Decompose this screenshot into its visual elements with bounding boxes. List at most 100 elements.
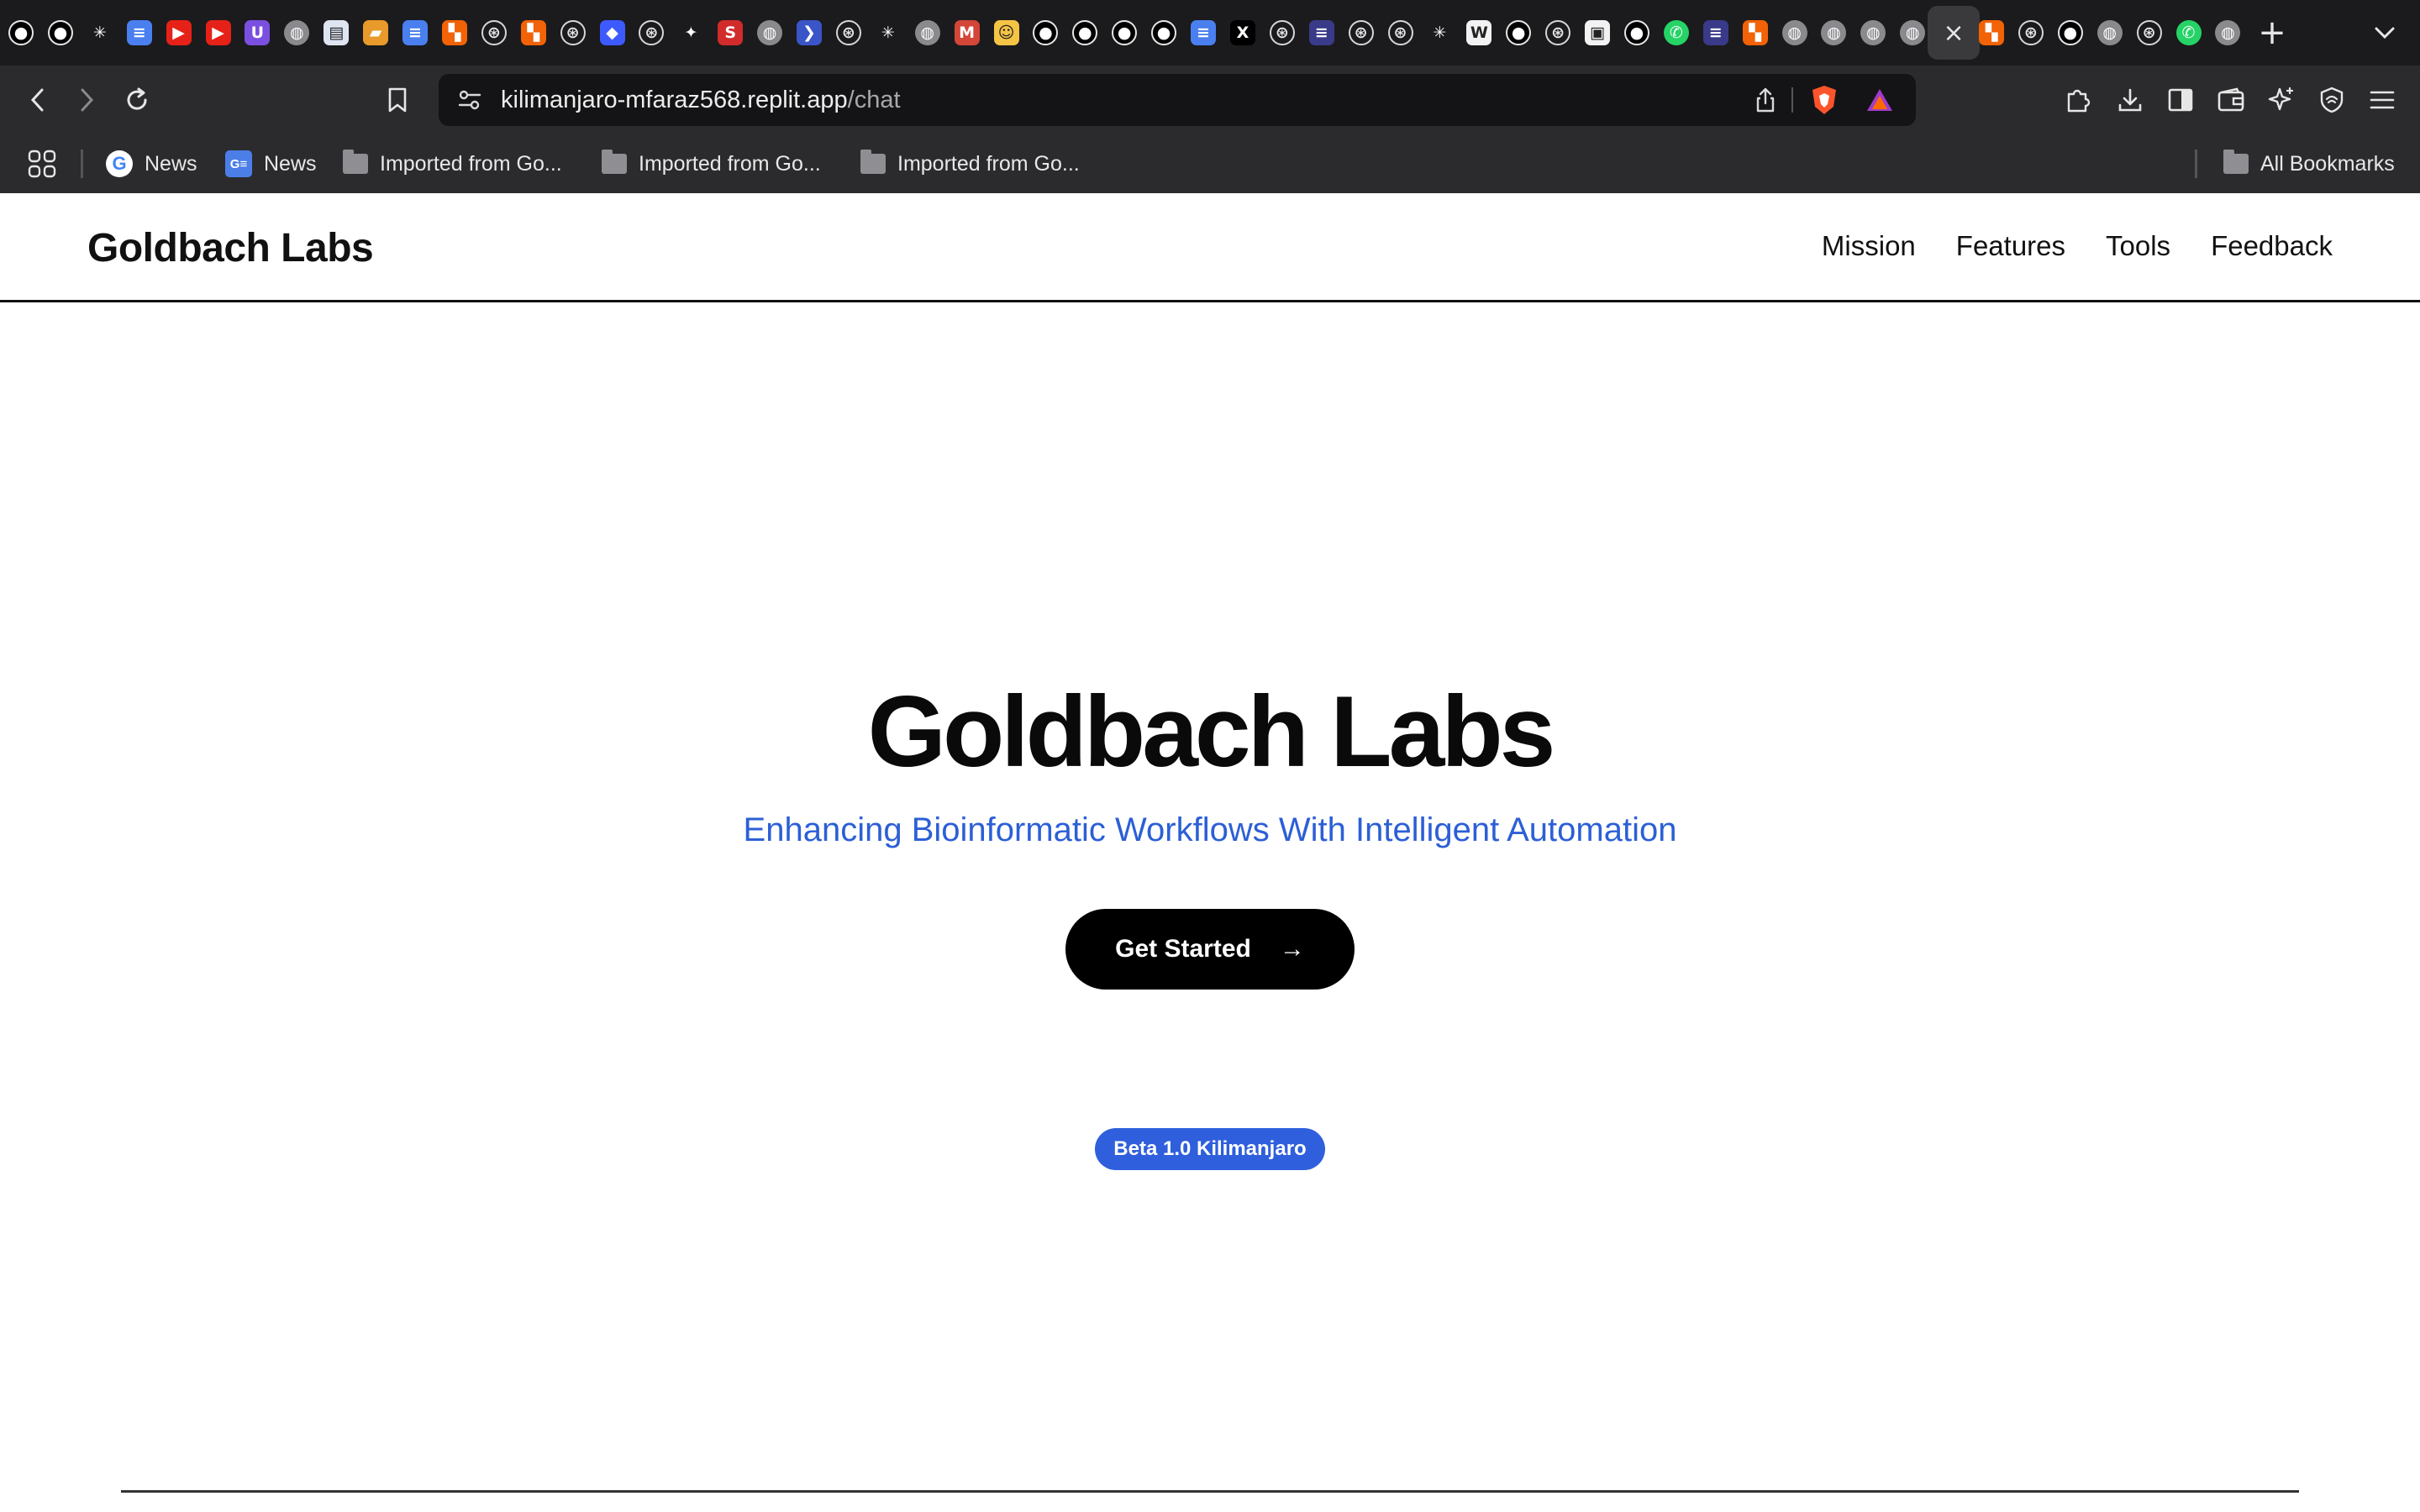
back-button[interactable] [18, 81, 57, 119]
all-bookmarks-button[interactable]: All Bookmarks [2223, 144, 2395, 183]
browser-tab[interactable]: X [1225, 13, 1260, 53]
apps-button[interactable] [27, 144, 57, 183]
browser-tab[interactable]: ● [1146, 13, 1181, 53]
browser-tab[interactable]: ● [1107, 13, 1142, 53]
reload-button[interactable] [118, 81, 156, 119]
browser-tab[interactable]: ◍ [752, 13, 787, 53]
browser-tab[interactable]: ● [1028, 13, 1063, 53]
browser-tab[interactable]: ⊛ [634, 13, 669, 53]
browser-tab[interactable]: ≡ [397, 13, 433, 53]
brave-shields-icon[interactable] [1807, 82, 1842, 118]
browser-tab[interactable]: ⊛ [1383, 13, 1418, 53]
browser-tab[interactable]: ◆ [595, 13, 630, 53]
browser-tab[interactable]: ✳ [1422, 13, 1457, 53]
browser-tab[interactable]: ▣ [1580, 13, 1615, 53]
bookmarks-divider [2195, 150, 2197, 178]
bookmark-news-google-news[interactable]: G≡ News [225, 144, 317, 183]
browser-tab[interactable]: ▚ [437, 13, 472, 53]
bookmark-page-button[interactable] [378, 81, 417, 119]
browser-tab[interactable]: ◍ [2092, 13, 2128, 53]
forward-button[interactable] [67, 81, 106, 119]
tab-list-button[interactable] [2366, 13, 2403, 52]
chatgpt-icon: ⊛ [1269, 20, 1295, 45]
leo-ai-icon[interactable] [2262, 81, 2301, 119]
browser-tab[interactable]: ● [43, 13, 78, 53]
browser-tab[interactable]: S [713, 13, 748, 53]
browser-tab[interactable]: ◍ [1855, 13, 1891, 53]
browser-tab[interactable]: ● [1067, 13, 1102, 53]
active-tab[interactable]: × [1928, 6, 1981, 60]
browser-tab[interactable]: ⊛ [2013, 13, 2049, 53]
browser-tab[interactable]: ▚ [516, 13, 551, 53]
browser-tab[interactable]: ▶ [201, 13, 236, 53]
browser-tab[interactable]: ✳ [871, 13, 906, 53]
get-started-button[interactable]: Get Started → [1065, 909, 1355, 990]
browser-tab[interactable]: ⊛ [555, 13, 591, 53]
brave-rewards-icon[interactable] [1862, 82, 1897, 118]
site-brand-logo[interactable]: Goldbach Labs [87, 225, 374, 271]
sidebar-icon[interactable] [2161, 81, 2200, 119]
browser-tab[interactable]: ⊛ [1344, 13, 1379, 53]
site-settings-icon[interactable] [452, 82, 487, 118]
browser-tab[interactable]: ● [1619, 13, 1655, 53]
browser-tab[interactable]: ≡ [1698, 13, 1733, 53]
vpn-shield-icon[interactable] [2312, 81, 2351, 119]
browser-tab[interactable]: ⊛ [2132, 13, 2167, 53]
browser-tab[interactable]: ▰ [358, 13, 393, 53]
extensions-icon[interactable] [2059, 81, 2097, 119]
menu-icon[interactable] [2363, 81, 2402, 119]
browser-tab[interactable]: M [950, 13, 985, 53]
browser-tab[interactable]: ≡ [1304, 13, 1339, 53]
address-bar[interactable]: kilimanjaro-mfaraz568.replit.app/chat [439, 74, 1916, 126]
browser-tab[interactable]: ▚ [1974, 13, 2009, 53]
bookmark-folder-imported-2[interactable]: Imported from Go... [602, 144, 821, 183]
replit-icon: ▚ [441, 20, 467, 45]
browser-tab[interactable]: ◍ [1895, 13, 1930, 53]
chatgpt-icon: ⊛ [835, 20, 861, 45]
browser-tab[interactable]: ⊛ [476, 13, 512, 53]
wallet-icon[interactable] [2212, 81, 2250, 119]
browser-tab[interactable]: W [1461, 13, 1497, 53]
address-bar-divider [1791, 87, 1793, 113]
globe-icon: ◍ [914, 20, 940, 45]
browser-tab[interactable]: ≡ [122, 13, 157, 53]
browser-tab[interactable]: ⊛ [1265, 13, 1300, 53]
browser-tab[interactable]: ✆ [1659, 13, 1694, 53]
nav-link-tools[interactable]: Tools [2106, 230, 2170, 262]
new-tab-button[interactable]: + [2254, 12, 2291, 54]
browser-tab[interactable]: ▚ [1738, 13, 1773, 53]
browser-tab[interactable]: ✳ [82, 13, 118, 53]
bookmark-folder-imported-1[interactable]: Imported from Go... [343, 144, 562, 183]
browser-tab[interactable]: ◍ [910, 13, 945, 53]
share-icon[interactable] [1748, 82, 1783, 118]
browser-tab[interactable]: ● [1501, 13, 1536, 53]
github-icon: ● [2057, 20, 2083, 45]
browser-tab[interactable]: ≡ [1186, 13, 1221, 53]
google-docs-icon: ≡ [126, 20, 152, 45]
browser-tab[interactable]: ☺ [989, 13, 1024, 53]
browser-tab[interactable]: ● [2053, 13, 2088, 53]
browser-tab[interactable]: ◍ [2210, 13, 2245, 53]
bookmark-folder-imported-3[interactable]: Imported from Go... [860, 144, 1080, 183]
nav-link-features[interactable]: Features [1956, 230, 2065, 262]
browser-tab[interactable]: ✦ [673, 13, 708, 53]
browser-tab[interactable]: ▤ [318, 13, 354, 53]
url-text[interactable]: kilimanjaro-mfaraz568.replit.app/chat [501, 74, 901, 126]
browser-tab[interactable]: ● [3, 13, 39, 53]
nav-link-mission[interactable]: Mission [1822, 230, 1916, 262]
globe-icon: ◍ [1900, 20, 1926, 45]
bookmark-news-google[interactable]: G News [106, 144, 197, 183]
browser-tab[interactable]: ◍ [1777, 13, 1812, 53]
close-tab-icon[interactable]: × [1944, 18, 1965, 48]
browser-tab[interactable]: ▶ [161, 13, 197, 53]
browser-tab[interactable]: ⊛ [831, 13, 866, 53]
gemini-icon: ✦ [678, 20, 704, 45]
nav-link-feedback[interactable]: Feedback [2211, 230, 2333, 262]
browser-tab[interactable]: ❯ [792, 13, 827, 53]
downloads-icon[interactable] [2111, 81, 2149, 119]
browser-tab[interactable]: U [239, 13, 275, 53]
browser-tab[interactable]: ⊛ [1540, 13, 1576, 53]
browser-tab[interactable]: ✆ [2171, 13, 2207, 53]
browser-tab[interactable]: ◍ [1816, 13, 1851, 53]
browser-tab[interactable]: ◍ [279, 13, 314, 53]
